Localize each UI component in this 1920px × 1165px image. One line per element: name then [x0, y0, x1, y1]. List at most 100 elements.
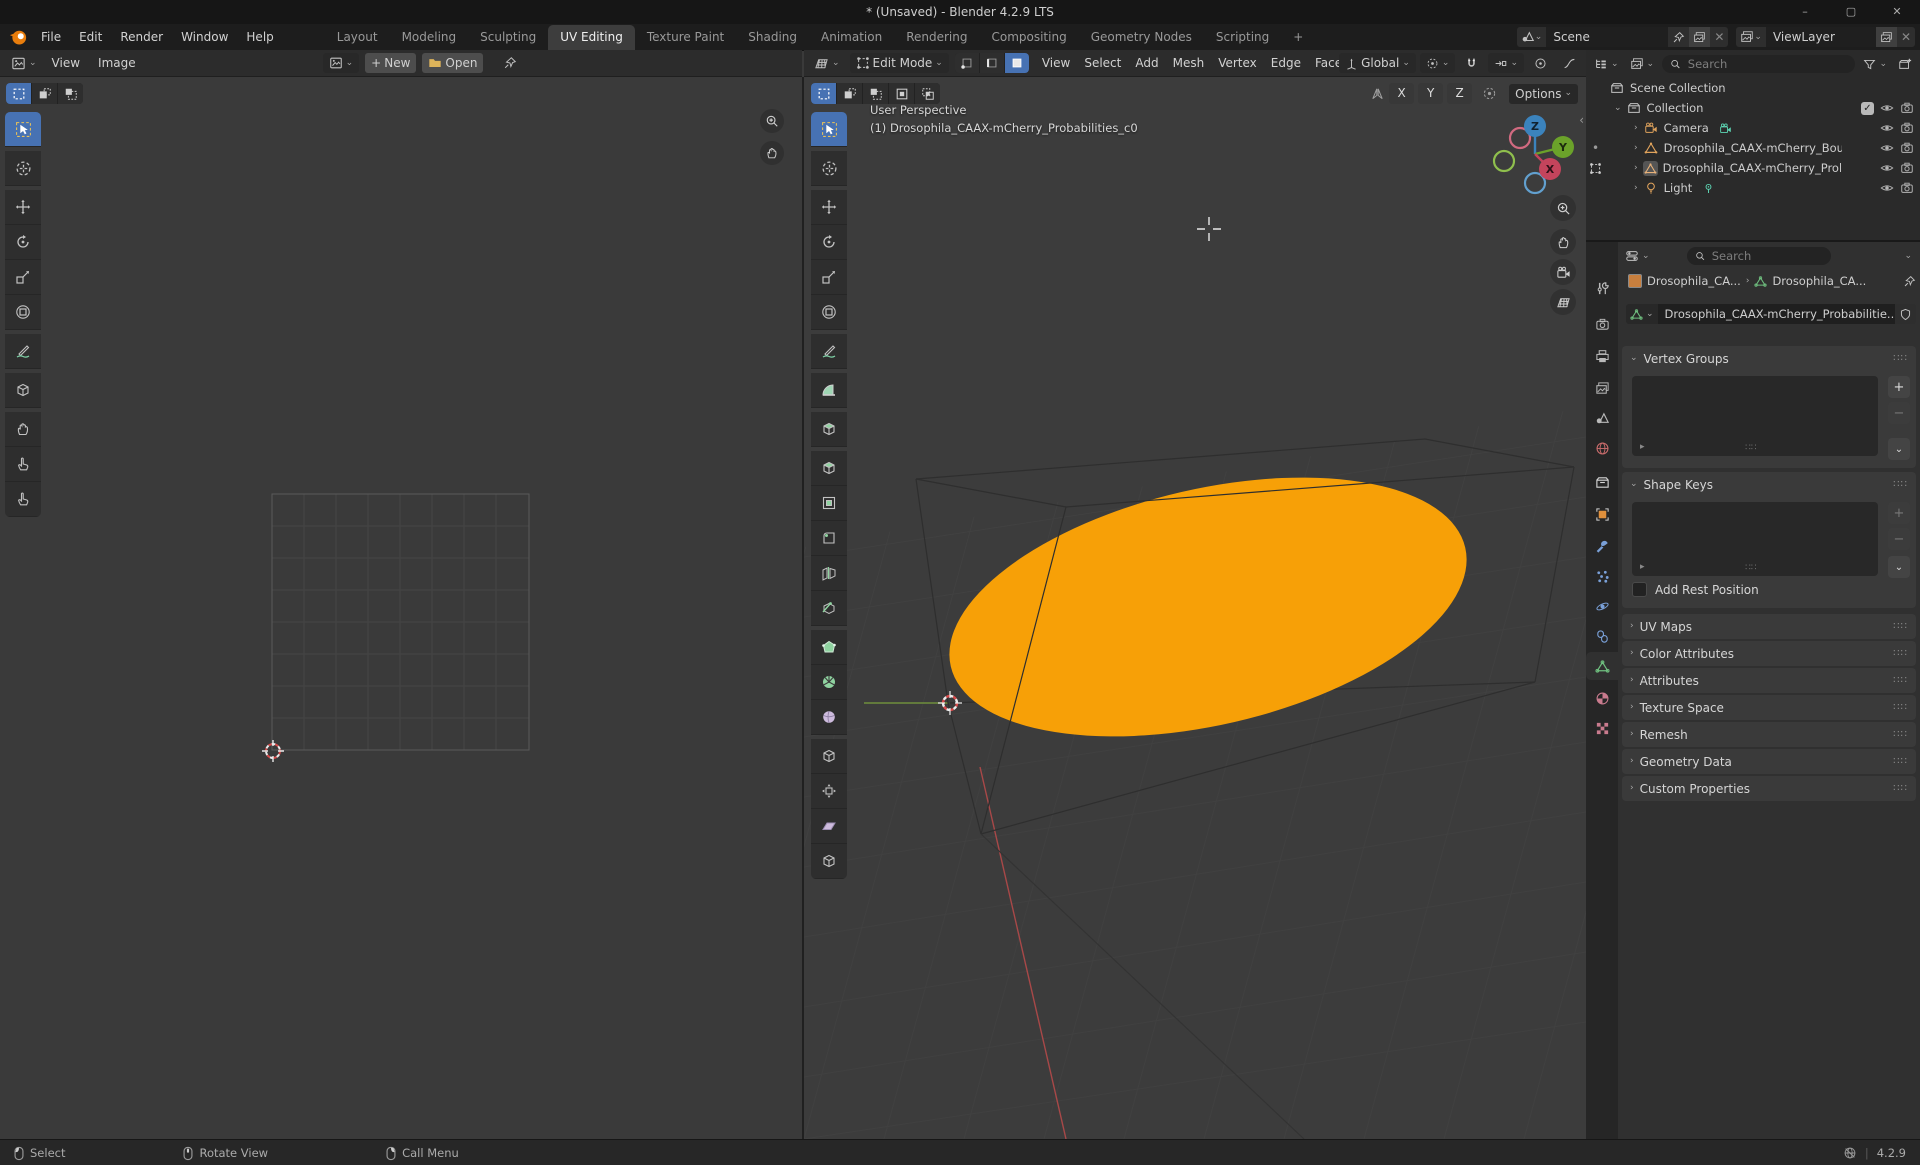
tab-shading[interactable]: Shading	[736, 25, 809, 50]
tab-animation[interactable]: Animation	[809, 25, 894, 50]
viewlayer-name-field[interactable]: ViewLayer	[1766, 27, 1876, 47]
vp-select-intersect-mode[interactable]	[915, 83, 940, 104]
viewport-editor-type-button[interactable]: ⌄	[808, 53, 846, 73]
scene-pin-icon[interactable]	[1668, 27, 1689, 47]
menu-window[interactable]: Window	[172, 24, 237, 50]
hide-viewport-icon[interactable]	[1880, 181, 1894, 195]
vp-extrude-region-tool[interactable]	[811, 451, 847, 486]
tab-scripting[interactable]: Scripting	[1204, 25, 1281, 50]
add-rest-position-checkbox[interactable]	[1632, 582, 1647, 597]
attributes-panel[interactable]: ›Attributes∷∷	[1622, 668, 1916, 693]
vp-poly-build-tool[interactable]	[811, 630, 847, 665]
vp-cursor-tool[interactable]	[811, 151, 847, 186]
vp-transform-tool[interactable]	[811, 295, 847, 330]
tab-collection-properties[interactable]	[1586, 468, 1618, 496]
vertex-select-mode[interactable]	[955, 53, 979, 73]
navigation-gizmo[interactable]: Z Y X	[1494, 115, 1574, 193]
snap-toggle[interactable]	[1459, 53, 1484, 73]
vp-rip-region-tool[interactable]	[811, 844, 847, 879]
viewlayer-browse-icon[interactable]: ⌄	[1736, 27, 1766, 47]
disable-render-icon[interactable]	[1900, 181, 1914, 195]
region-collapse-icon[interactable]: ‹	[1579, 113, 1584, 127]
menu-help[interactable]: Help	[237, 24, 282, 50]
viewlayer-new-button[interactable]	[1876, 27, 1897, 47]
hide-viewport-icon[interactable]	[1880, 121, 1894, 135]
new-collection-button[interactable]	[1895, 54, 1915, 74]
vp-smooth-tool[interactable]	[811, 700, 847, 735]
shape-keys-header[interactable]: ⌄ Shape Keys ∷∷	[1622, 472, 1916, 497]
uv-open-image-button[interactable]: Open	[422, 53, 483, 73]
tab-uv-editing[interactable]: UV Editing	[548, 25, 635, 50]
vp-edge-slide-tool[interactable]	[811, 739, 847, 774]
tab-physics-properties[interactable]	[1586, 592, 1618, 620]
outliner-row-camera[interactable]: › Camera	[1586, 118, 1920, 138]
tab-modeling[interactable]: Modeling	[390, 25, 469, 50]
uv-zoom-icon[interactable]	[760, 109, 784, 133]
edge-select-mode[interactable]	[980, 53, 1004, 73]
vp-menu-vertex[interactable]: Vertex	[1211, 50, 1264, 76]
vp-perspective-toggle-icon[interactable]	[1550, 289, 1576, 315]
vp-inset-faces-tool[interactable]	[811, 486, 847, 521]
uv-maps-panel[interactable]: ›UV Maps∷∷	[1622, 614, 1916, 639]
uv-pan-icon[interactable]	[760, 141, 784, 165]
face-select-mode[interactable]	[1005, 53, 1029, 73]
tab-constraint-properties[interactable]	[1586, 622, 1618, 650]
fake-user-shield-button[interactable]	[1895, 304, 1916, 324]
scene-name-field[interactable]: Scene	[1546, 27, 1668, 47]
outliner-row-light[interactable]: › Light	[1586, 178, 1920, 198]
uv-menu-image[interactable]: Image	[89, 50, 145, 76]
tab-particle-properties[interactable]	[1586, 562, 1618, 590]
vp-scale-tool[interactable]	[811, 260, 847, 295]
vp-menu-view[interactable]: View	[1035, 50, 1077, 76]
mirror-y-button[interactable]: Y	[1418, 83, 1443, 104]
vertex-group-specials-dropdown[interactable]: ⌄	[1888, 438, 1910, 460]
tab-modifier-properties[interactable]	[1586, 532, 1618, 560]
blender-logo-icon[interactable]	[8, 27, 28, 47]
viewport-canvas[interactable]: Z Y X X Y Z Options⌄ User Perspective (1…	[804, 77, 1586, 1139]
expand-icon[interactable]: ›	[1634, 164, 1638, 173]
uv-2d-cursor[interactable]	[262, 740, 284, 762]
shape-keys-list[interactable]: ▸ ∷∷	[1632, 502, 1878, 576]
vp-select-subtract-mode[interactable]	[863, 83, 888, 104]
breadcrumb-object[interactable]: Drosophila_CA...	[1647, 274, 1741, 288]
tab-viewlayer-properties[interactable]	[1586, 374, 1618, 402]
vp-zoom-icon[interactable]	[1550, 195, 1576, 221]
vp-tweak-select-tool[interactable]	[811, 112, 847, 147]
shape-key-remove-button[interactable]: −	[1888, 528, 1910, 550]
tab-material-properties[interactable]	[1586, 684, 1618, 712]
vp-menu-select[interactable]: Select	[1077, 50, 1128, 76]
color-attributes-panel[interactable]: ›Color Attributes∷∷	[1622, 641, 1916, 666]
properties-search[interactable]	[1687, 247, 1831, 265]
transform-orientation-dropdown[interactable]: Global ⌄	[1339, 53, 1416, 73]
tab-texture-properties[interactable]	[1586, 714, 1618, 742]
vp-spin-tool[interactable]	[811, 665, 847, 700]
outliner-search[interactable]	[1662, 55, 1855, 73]
proportional-falloff-dropdown[interactable]	[1557, 53, 1582, 73]
disable-render-icon[interactable]	[1900, 161, 1914, 175]
outliner-filter-id-dropdown[interactable]: ⌄	[1627, 54, 1658, 74]
tab-layout[interactable]: Layout	[325, 25, 390, 50]
menu-edit[interactable]: Edit	[70, 24, 111, 50]
tab-sculpting[interactable]: Sculpting	[468, 25, 548, 50]
vp-add-cube-tool[interactable]	[811, 412, 847, 447]
tab-output-properties[interactable]	[1586, 342, 1618, 370]
outliner-filter-dropdown[interactable]: ⌄	[1860, 54, 1890, 74]
menu-file[interactable]: File	[32, 24, 70, 50]
scene-new-button[interactable]	[1689, 27, 1710, 47]
expand-icon[interactable]: ›	[1634, 144, 1638, 153]
tab-render-properties[interactable]	[1586, 310, 1618, 338]
viewlayer-remove-button[interactable]: ✕	[1897, 27, 1915, 47]
vp-menu-edge[interactable]: Edge	[1264, 50, 1308, 76]
tab-object-data-properties[interactable]	[1586, 652, 1618, 680]
uv-new-image-button[interactable]: + New	[365, 53, 416, 73]
options-dropdown[interactable]: Options⌄	[1509, 84, 1578, 104]
vp-camera-view-icon[interactable]	[1550, 259, 1576, 285]
vp-measure-tool[interactable]	[811, 373, 847, 408]
uv-canvas[interactable]	[0, 77, 804, 1139]
pivot-point-dropdown[interactable]: ⌄	[1420, 53, 1456, 73]
vp-bevel-tool[interactable]	[811, 521, 847, 556]
vp-pan-icon[interactable]	[1550, 229, 1576, 255]
vp-shear-tool[interactable]	[811, 809, 847, 844]
tab-tool-properties[interactable]	[1586, 274, 1618, 302]
expand-icon[interactable]: ›	[1634, 124, 1638, 133]
